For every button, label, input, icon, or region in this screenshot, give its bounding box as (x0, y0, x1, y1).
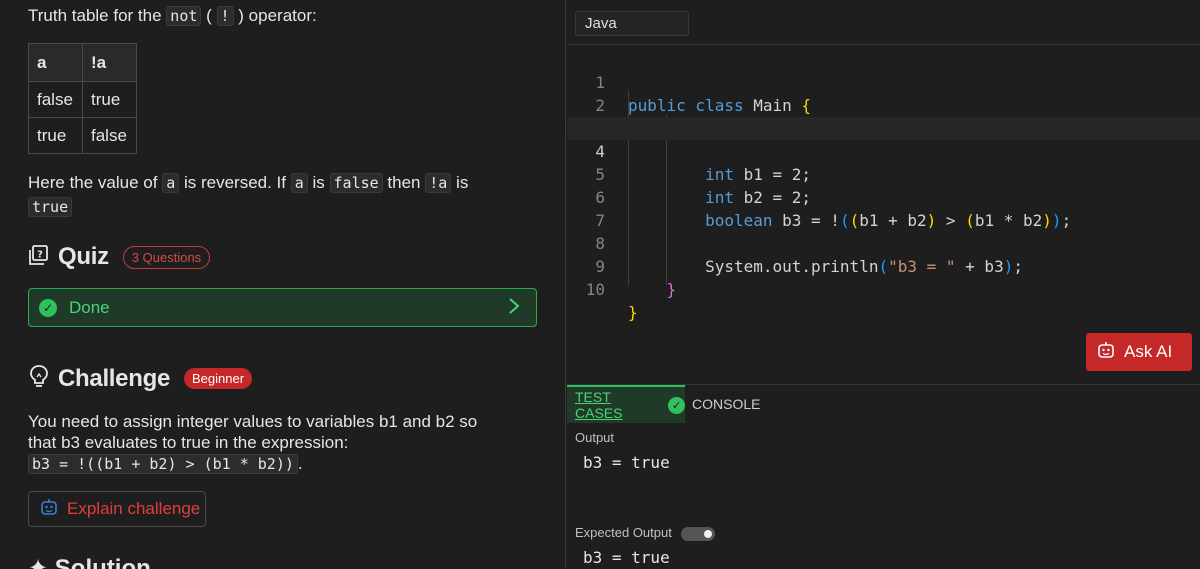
line-number: 10 (585, 280, 605, 299)
inline-code: a (162, 173, 180, 193)
inline-code-not: not (166, 6, 202, 26)
explain-text: is (456, 173, 469, 192)
table-header-row: a !a (28, 43, 137, 82)
sparkle-icon: ✦ (28, 555, 49, 569)
intro-paren: ( (206, 6, 212, 25)
explain-text: is reversed. If (183, 173, 287, 192)
table-header-cell: !a (82, 43, 137, 82)
code-text: } (666, 280, 677, 299)
table-cell: true (28, 117, 83, 154)
table-cell: true (82, 81, 137, 118)
check-icon: ✓ (39, 298, 57, 317)
check-icon: ✓ (668, 396, 685, 414)
code-line: 2 public static void main(String[] args)… (567, 71, 1200, 138)
challenge-description: You need to assign integer values to var… (28, 411, 528, 475)
expected-output-value: b3 = true (583, 548, 670, 567)
ask-ai-button[interactable]: Ask AI (1086, 333, 1192, 371)
expected-output-label: Expected Output (575, 525, 672, 540)
quiz-header: ? Quiz 3 Questions (28, 243, 211, 271)
svg-text:?: ? (37, 249, 43, 260)
code-line: 7 (567, 186, 1200, 230)
code-line: 8 System.out.println("b3 = " + b3); (567, 209, 1200, 276)
robot-icon (39, 497, 59, 522)
inline-code: true (28, 197, 73, 217)
challenge-line: You need to assign integer values to var… (28, 412, 478, 431)
lesson-panel: Truth table for the not ( ! ) operator: … (0, 0, 566, 569)
ask-ai-label: Ask AI (1124, 342, 1173, 361)
editor-panel: Java 1 public class Main { 2 public stat… (567, 0, 1200, 569)
challenge-title: Challenge (58, 364, 170, 392)
tab-console[interactable]: CONSOLE (692, 396, 760, 412)
inline-code: false (329, 173, 383, 193)
results-tabs: TEST CASES ✓ CONSOLE (567, 384, 1200, 423)
difficulty-badge: Beginner (184, 368, 253, 389)
challenge-expression: b3 = !((b1 + b2) > (b1 * b2)) (28, 454, 298, 474)
explain-challenge-label: Explain challenge (67, 499, 201, 518)
code-line: 6 boolean b3 = !((b1 + b2) > (b1 * b2)); (567, 163, 1200, 230)
code-line: 10 } (567, 255, 1200, 322)
table-cell: false (82, 117, 137, 154)
truth-table-intro: Truth table for the not ( ! ) operator: (28, 6, 317, 26)
code-text: } (628, 303, 638, 322)
table-header-cell: a (28, 43, 83, 82)
inline-code: !a (425, 173, 452, 193)
code-line: 1 public class Main { (567, 48, 1200, 115)
expression-suffix: . (297, 454, 303, 473)
challenge-expression-line: b3 = !((b1 + b2) > (b1 * b2)). (28, 453, 528, 475)
language-tab[interactable]: Java (575, 11, 689, 36)
table-cell: false (28, 81, 83, 118)
explain-text: Here the value of (28, 173, 158, 192)
code-line: 9 } (567, 232, 1200, 299)
explain-text: then (387, 173, 421, 192)
expected-output-header: Expected Output (575, 525, 716, 541)
expected-output-toggle[interactable] (681, 526, 716, 541)
code-line: 5 int b2 = 2; (567, 140, 1200, 207)
challenge-header: Challenge Beginner (28, 364, 253, 393)
quiz-count-badge: 3 Questions (122, 245, 211, 269)
code-line: 3 (567, 94, 1200, 138)
lightbulb-icon (28, 364, 50, 393)
tab-label: TEST CASES (575, 389, 623, 421)
quiz-done-button[interactable]: ✓ Done (28, 288, 537, 327)
challenge-line: that b3 evaluates to true in the express… (28, 433, 349, 452)
tab-test-cases[interactable]: TEST CASES ✓ (567, 385, 685, 423)
output-value: b3 = true (583, 453, 670, 472)
code-line-active: 4 int b1 = 2; (567, 117, 1200, 184)
quiz-icon: ? (28, 244, 50, 271)
truth-table-explanation: Here the value of a is reversed. If a is… (28, 171, 528, 219)
table-row: true false (28, 117, 137, 154)
truth-table: a !a false true true false (28, 43, 137, 154)
inline-code-bang: ! (216, 6, 234, 26)
explain-challenge-button[interactable]: Explain challenge (28, 491, 206, 527)
intro-text: Truth table for the (28, 6, 162, 25)
solution-title: Solution (54, 555, 151, 569)
robot-icon (1096, 340, 1116, 365)
output-label: Output (575, 430, 615, 445)
explain-text: is (312, 173, 325, 192)
chevron-right-icon (508, 296, 520, 322)
quiz-title: Quiz (58, 243, 109, 270)
solution-header-peek: ✦ Solution (28, 554, 151, 569)
quiz-status-label: Done (69, 297, 110, 317)
intro-suffix: ) operator: (238, 6, 317, 25)
inline-code: a (290, 173, 308, 193)
table-row: false true (28, 81, 137, 118)
